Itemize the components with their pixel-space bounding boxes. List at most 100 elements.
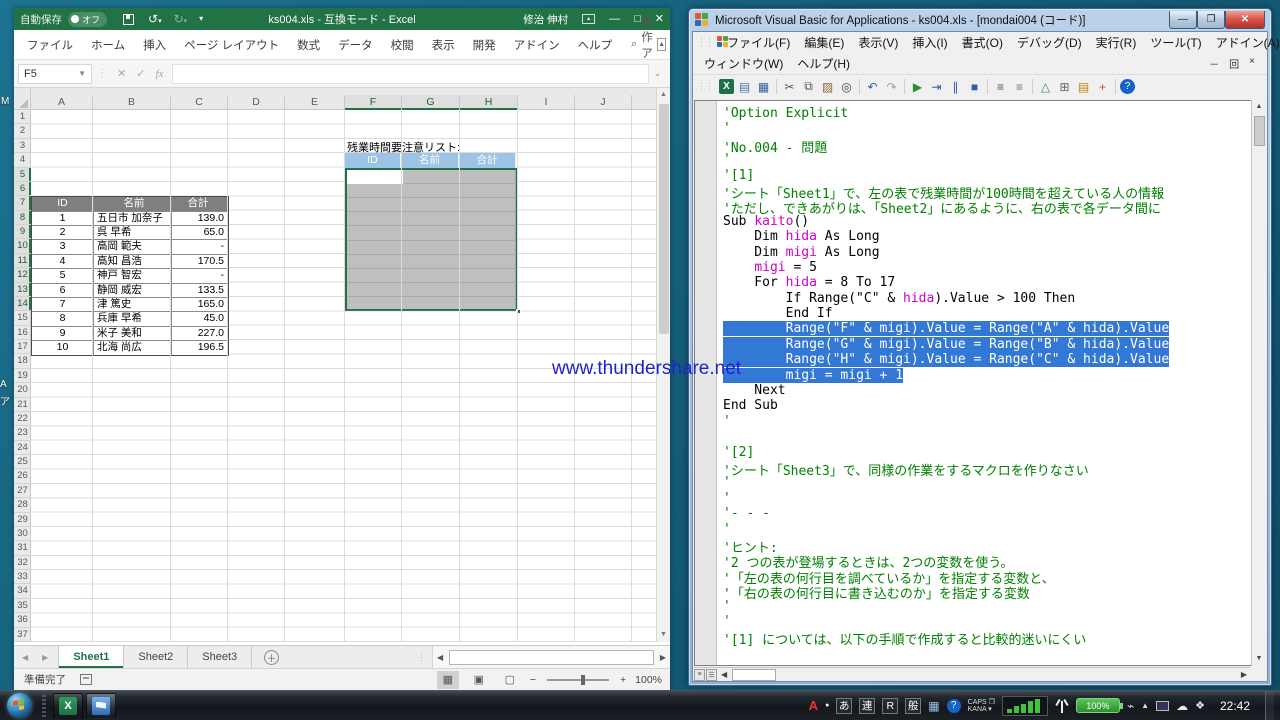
cancel-icon[interactable]: ✕ xyxy=(117,67,126,80)
scroll-up-icon[interactable]: ▲ xyxy=(657,88,670,102)
run-icon[interactable]: ▶ xyxy=(909,78,926,95)
selected-cell[interactable] xyxy=(402,198,459,211)
ribbon-tab-ホーム[interactable]: ホーム xyxy=(82,37,134,53)
selected-cell[interactable] xyxy=(347,226,402,239)
sheet-tab-Sheet2[interactable]: Sheet2 xyxy=(124,646,188,668)
row-header-24[interactable]: 24 xyxy=(14,441,31,455)
column-header-E[interactable]: E xyxy=(285,95,345,110)
zoom-level[interactable]: 100% xyxy=(635,674,662,686)
column-header-C[interactable]: C xyxy=(171,95,228,110)
cell[interactable]: 133.5 xyxy=(172,284,228,298)
dropbox-tray-icon[interactable]: ❖ xyxy=(1195,699,1205,712)
insert-userform-icon[interactable]: ▤ xyxy=(736,78,753,95)
signal-strength-icon[interactable] xyxy=(1002,696,1048,716)
reset-icon[interactable]: ■ xyxy=(966,78,983,95)
formula-input[interactable] xyxy=(172,64,649,84)
cell[interactable]: 10 xyxy=(32,341,94,355)
normal-view-icon[interactable]: ▦ xyxy=(437,671,459,689)
insert-function-icon[interactable]: fx xyxy=(155,68,163,80)
header-cell[interactable]: 名前 xyxy=(94,197,172,211)
column-header-B[interactable]: B xyxy=(93,95,171,110)
status-dot-icon[interactable]: ● xyxy=(825,702,829,709)
redo-icon[interactable]: ↷ xyxy=(883,78,900,95)
row-header-22[interactable]: 22 xyxy=(14,412,31,426)
restore-button[interactable]: ❐ xyxy=(1197,11,1225,29)
enter-icon[interactable]: ✓ xyxy=(136,67,145,80)
selected-cell[interactable] xyxy=(460,198,516,211)
scroll-right-icon[interactable]: ▶ xyxy=(1238,670,1250,679)
row-header-16[interactable]: 16 xyxy=(14,326,31,340)
row-header-5[interactable]: 5 xyxy=(14,168,31,182)
project-explorer-icon[interactable]: ⊞ xyxy=(1056,78,1073,95)
selected-cell[interactable] xyxy=(347,212,402,225)
find-icon[interactable]: ◎ xyxy=(838,78,855,95)
column-header-H[interactable]: H xyxy=(460,95,518,110)
menu-実行(R)[interactable]: 実行(R) xyxy=(1089,34,1144,51)
selected-cell[interactable] xyxy=(347,255,402,268)
selected-cell[interactable] xyxy=(402,212,459,225)
vertical-scrollbar[interactable]: ▲ ▼ xyxy=(1251,100,1266,666)
add-sheet-icon[interactable]: ＋ xyxy=(264,650,279,665)
row-header-23[interactable]: 23 xyxy=(14,426,31,440)
horizontal-scrollbar[interactable]: ≡ ☰ ◀ ▶ xyxy=(694,667,1250,681)
cell[interactable]: 170.5 xyxy=(172,255,228,269)
selected-cell[interactable] xyxy=(402,269,459,282)
ribbon-tab-データ[interactable]: データ xyxy=(329,37,382,53)
row-header-37[interactable]: 37 xyxy=(14,628,31,642)
scroll-down-icon[interactable]: ▼ xyxy=(657,628,670,642)
selected-range[interactable] xyxy=(345,168,518,312)
scrollbar-thumb[interactable] xyxy=(449,650,654,665)
row-header-27[interactable]: 27 xyxy=(14,484,31,498)
taskbar-excel-button[interactable]: X xyxy=(53,693,83,719)
full-module-view-icon[interactable]: ☰ xyxy=(706,669,717,681)
selected-cell[interactable] xyxy=(402,184,459,197)
cell[interactable]: 9 xyxy=(32,327,94,341)
mdi-minimize-button[interactable]: － xyxy=(1209,56,1219,71)
row-header-29[interactable]: 29 xyxy=(14,513,31,527)
cell[interactable]: 7 xyxy=(32,298,94,312)
outdent-icon[interactable]: ≡ xyxy=(1011,78,1028,95)
ime-input-button[interactable]: R xyxy=(882,698,898,714)
cell[interactable]: 兵庫 早希 xyxy=(94,312,172,326)
zoom-out-icon[interactable]: − xyxy=(530,674,536,686)
selected-cell[interactable] xyxy=(402,297,459,310)
active-cell-F5[interactable] xyxy=(347,170,403,184)
properties-window-icon[interactable]: ▤ xyxy=(1075,78,1092,95)
name-box[interactable]: F5 ▼ xyxy=(18,64,92,84)
selected-cell[interactable] xyxy=(460,226,516,239)
row-header-11[interactable]: 11 xyxy=(14,254,31,268)
selected-cell[interactable] xyxy=(402,283,459,296)
selected-cell[interactable] xyxy=(402,241,459,254)
paste-icon[interactable]: ▨ xyxy=(819,78,836,95)
show-hidden-icons[interactable]: ▲ xyxy=(1141,701,1149,710)
cell[interactable]: 65.0 xyxy=(172,226,228,240)
qat-customize-icon[interactable]: ▾ xyxy=(199,15,203,23)
break-icon[interactable]: ∥ xyxy=(947,78,964,95)
selected-cell[interactable] xyxy=(347,283,402,296)
row-header-3[interactable]: 3 xyxy=(14,139,31,153)
scroll-down-icon[interactable]: ▼ xyxy=(1252,652,1266,666)
row-header-32[interactable]: 32 xyxy=(14,556,31,570)
ribbon-tab-表示[interactable]: 表示 xyxy=(423,37,464,53)
row-header-2[interactable]: 2 xyxy=(14,124,31,138)
row-header-1[interactable]: 1 xyxy=(14,110,31,124)
ribbon-tab-校閲[interactable]: 校閲 xyxy=(382,37,423,53)
scroll-up-icon[interactable]: ▲ xyxy=(1252,100,1266,114)
page-layout-view-icon[interactable]: ▣ xyxy=(468,671,490,689)
view-excel-icon[interactable]: X xyxy=(719,79,734,94)
row-header-35[interactable]: 35 xyxy=(14,599,31,613)
cell[interactable]: 4 xyxy=(32,255,94,269)
cell[interactable]: 高岡 範夫 xyxy=(94,240,172,254)
selected-cell[interactable] xyxy=(347,184,402,197)
cut-icon[interactable]: ✂ xyxy=(781,78,798,95)
column-header-G[interactable]: G xyxy=(402,95,460,110)
copy-icon[interactable]: ⧉ xyxy=(800,78,817,95)
cell[interactable]: 五日市 加奈子 xyxy=(94,212,172,226)
menu-アドイン(A)[interactable]: アドイン(A) xyxy=(1209,34,1280,51)
taskbar-clock[interactable]: 22:42 xyxy=(1212,699,1258,713)
scroll-left-icon[interactable]: ◀ xyxy=(433,653,447,662)
zoom-slider-thumb[interactable] xyxy=(581,675,585,685)
cell[interactable]: 3 xyxy=(32,240,94,254)
indent-icon[interactable]: ≡ xyxy=(992,78,1009,95)
row-header-17[interactable]: 17 xyxy=(14,340,31,354)
